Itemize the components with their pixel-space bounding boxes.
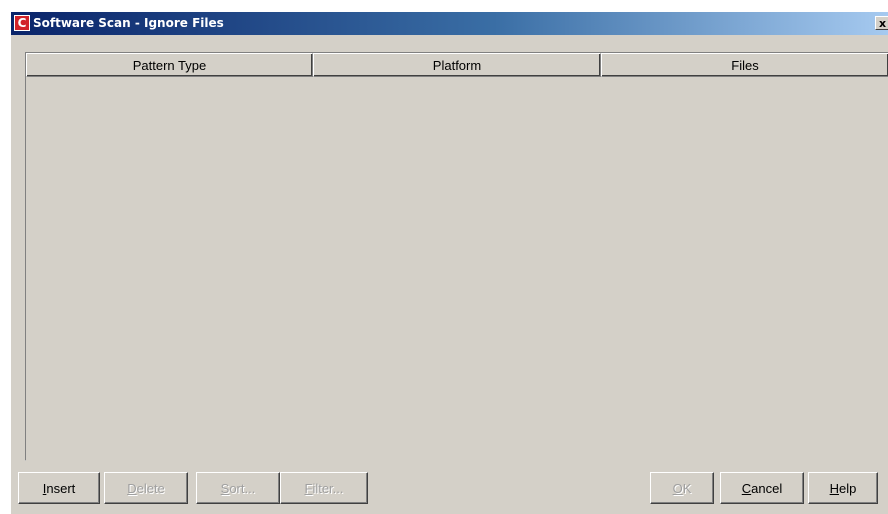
help-button-mnemonic: H bbox=[829, 480, 840, 496]
help-button[interactable]: Help bbox=[808, 472, 878, 504]
filter-button[interactable]: Filter... bbox=[280, 472, 368, 504]
filter-button-label: ilter... bbox=[312, 480, 344, 496]
sort-button-mnemonic: S bbox=[220, 480, 230, 496]
help-button-label: elp bbox=[839, 480, 857, 496]
sort-button[interactable]: Sort... bbox=[196, 472, 280, 504]
column-header-platform[interactable]: Platform bbox=[313, 53, 601, 77]
ok-button-label: K bbox=[682, 480, 692, 496]
app-logo-letter: C bbox=[17, 16, 27, 30]
delete-button-label: elete bbox=[136, 480, 165, 496]
cancel-button[interactable]: Cancel bbox=[720, 472, 804, 504]
cancel-button-mnemonic: C bbox=[741, 480, 752, 496]
insert-button-label: nsert bbox=[46, 480, 76, 496]
close-icon[interactable]: x bbox=[875, 16, 888, 30]
table-header: Pattern Type Platform Files bbox=[26, 53, 888, 77]
sort-button-label: ort... bbox=[229, 480, 256, 496]
filter-button-mnemonic: F bbox=[304, 480, 313, 496]
insert-button[interactable]: Insert bbox=[18, 472, 100, 504]
ignore-files-table: Pattern Type Platform Files bbox=[25, 52, 888, 461]
window-title: Software Scan - Ignore Files bbox=[33, 16, 224, 30]
cancel-button-label: ancel bbox=[751, 480, 783, 496]
ok-button[interactable]: OK bbox=[650, 472, 714, 504]
ok-button-mnemonic: O bbox=[672, 480, 683, 496]
table-body[interactable] bbox=[26, 77, 888, 461]
delete-button[interactable]: Delete bbox=[104, 472, 188, 504]
title-bar[interactable]: C Software Scan - Ignore Files x bbox=[11, 12, 888, 35]
app-logo-icon: C bbox=[14, 15, 30, 31]
column-header-pattern-type[interactable]: Pattern Type bbox=[26, 53, 313, 77]
dialog-window: C Software Scan - Ignore Files x Pattern… bbox=[10, 11, 888, 514]
column-header-files[interactable]: Files bbox=[601, 53, 888, 77]
delete-button-mnemonic: D bbox=[127, 480, 137, 496]
